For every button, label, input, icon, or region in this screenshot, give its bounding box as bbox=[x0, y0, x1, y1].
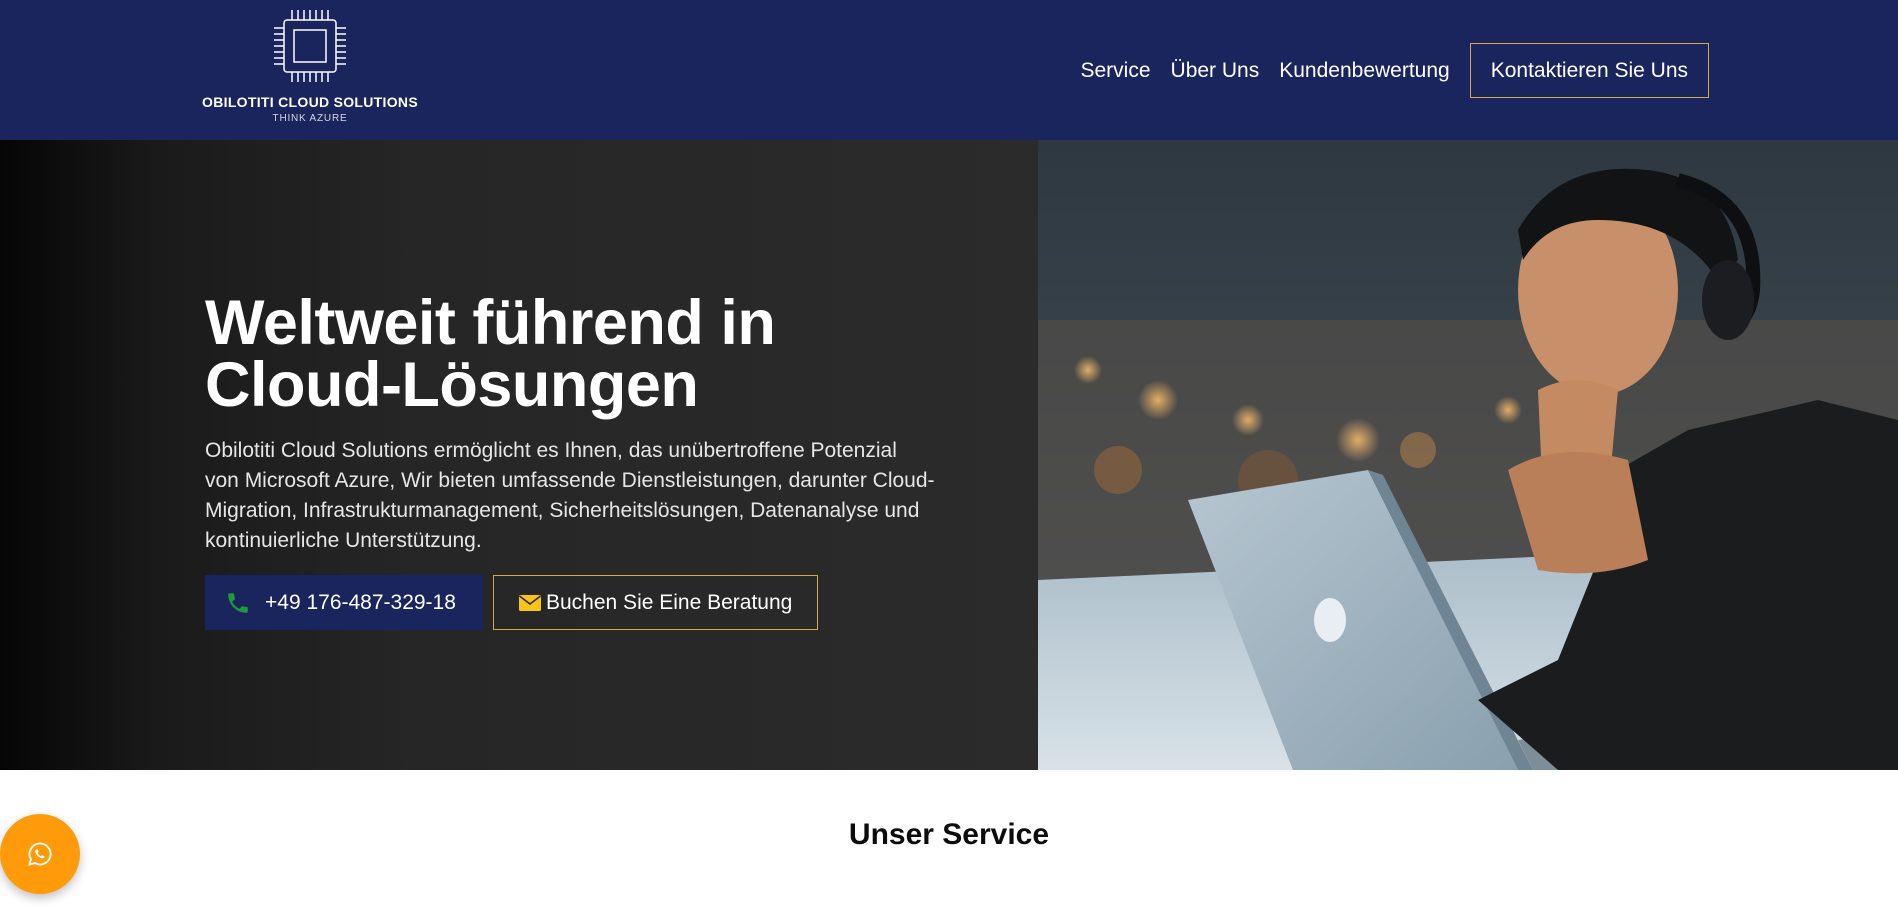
contact-button[interactable]: Kontaktieren Sie Uns bbox=[1469, 43, 1709, 98]
hero-actions: +49 176-487-329-18 Buchen Sie Eine Berat… bbox=[205, 575, 818, 630]
nav-link-reviews[interactable]: Kundenbewertung bbox=[1279, 59, 1449, 83]
nav-link-about[interactable]: Über Uns bbox=[1171, 59, 1260, 83]
hero-title-line-1: Weltweit führend in bbox=[205, 288, 776, 358]
man-with-laptop-image bbox=[1038, 140, 1898, 770]
whatsapp-button[interactable] bbox=[0, 814, 80, 894]
book-consultation-button[interactable]: Buchen Sie Eine Beratung bbox=[493, 575, 818, 630]
hero-photo bbox=[1038, 140, 1898, 770]
nav-link-service[interactable]: Service bbox=[1081, 59, 1151, 83]
logo[interactable]: OBILOTITI CLOUD SOLUTIONS THINK AZURE bbox=[198, 8, 422, 134]
logo-name: OBILOTITI CLOUD SOLUTIONS bbox=[202, 94, 418, 110]
site-header: OBILOTITI CLOUD SOLUTIONS THINK AZURE Se… bbox=[0, 0, 1898, 140]
whatsapp-icon bbox=[28, 842, 52, 866]
phone-button[interactable]: +49 176-487-329-18 bbox=[205, 575, 483, 630]
logo-tagline: THINK AZURE bbox=[272, 113, 348, 124]
hero-content: Weltweit führend in Cloud-Lösungen Obilo… bbox=[0, 140, 1038, 770]
hero-section: Weltweit führend in Cloud-Lösungen Obilo… bbox=[0, 140, 1898, 770]
book-consultation-label: Buchen Sie Eine Beratung bbox=[546, 590, 793, 614]
phone-icon bbox=[228, 592, 248, 613]
envelope-icon bbox=[519, 594, 541, 611]
chip-icon bbox=[274, 10, 346, 82]
hero-title-line-2: Cloud-Lösungen bbox=[205, 350, 699, 420]
phone-number: +49 176-487-329-18 bbox=[265, 590, 456, 614]
main-nav: Service Über Uns Kundenbewertung Kontakt… bbox=[1081, 43, 1709, 98]
hero-description: Obilotiti Cloud Solutions ermöglicht es … bbox=[205, 439, 935, 552]
services-title: Unser Service bbox=[848, 818, 1050, 851]
hero-title: Weltweit führend in Cloud-Lösungen bbox=[205, 292, 965, 417]
